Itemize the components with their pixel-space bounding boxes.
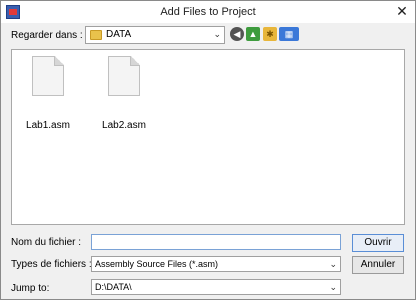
jumpto-label: Jump to: [11,283,50,294]
filetype-value: Assembly Source Files (*.asm) [95,259,219,269]
filename-input[interactable] [91,234,341,250]
filetype-select[interactable]: Assembly Source Files (*.asm) ⌄ [91,256,341,272]
title-bar: Add Files to Project ✕ [1,1,415,23]
chevron-down-icon[interactable]: ⌄ [213,29,221,40]
window-title: Add Files to Project [160,6,256,18]
cancel-button[interactable]: Annuler [352,256,404,274]
file-icon [32,56,64,96]
filetype-label: Types de fichiers : [11,259,92,270]
jumpto-select[interactable]: D:\DATA\ ⌄ [91,279,341,295]
file-icon [108,56,140,96]
folder-icon [90,30,102,40]
open-button[interactable]: Ouvrir [352,234,404,252]
up-folder-icon[interactable]: ▲ [246,27,260,41]
jumpto-value: D:\DATA\ [95,282,132,292]
file-list[interactable]: Lab1.asm Lab2.asm [11,49,405,225]
view-menu-icon[interactable]: ▦ [279,27,299,41]
new-folder-icon[interactable]: ✱ [263,27,277,41]
back-icon[interactable]: ◀ [230,27,244,41]
close-button[interactable]: ✕ [393,3,411,19]
chevron-down-icon[interactable]: ⌄ [329,282,337,293]
lookin-combo[interactable]: DATA ⌄ [85,26,225,44]
add-files-dialog: Add Files to Project ✕ Regarder dans : D… [0,0,416,300]
lookin-label: Regarder dans : [11,30,83,41]
chevron-down-icon[interactable]: ⌄ [329,259,337,270]
lookin-value: DATA [106,29,132,40]
file-name: Lab1.asm [26,120,70,131]
file-name: Lab2.asm [102,120,146,131]
filename-label: Nom du fichier : [11,237,82,248]
